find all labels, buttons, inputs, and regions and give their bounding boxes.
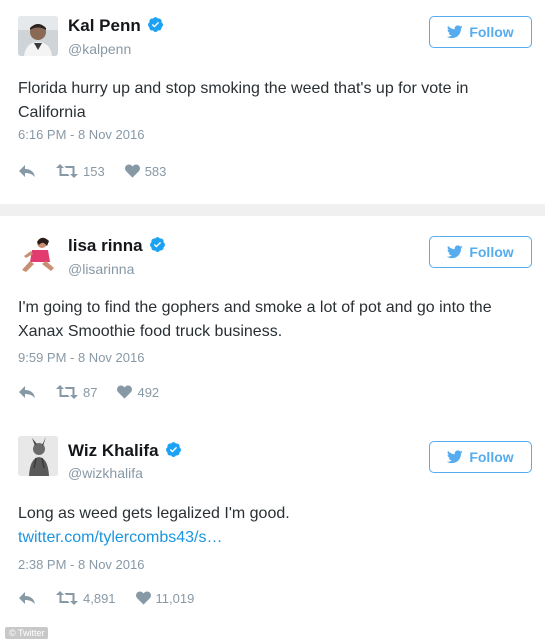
display-name[interactable]: Kal Penn bbox=[68, 16, 164, 38]
tweet-card-kalpenn: Kal Penn @kalpenn Follow Florida hurry u… bbox=[0, 0, 545, 204]
avatar-wizkhalifa-image bbox=[18, 436, 58, 476]
retweet-count: 87 bbox=[83, 384, 98, 400]
verified-icon bbox=[149, 236, 166, 258]
follow-button[interactable]: Follow bbox=[429, 16, 532, 48]
reply-icon bbox=[19, 165, 35, 177]
tweet-timestamp[interactable]: 2:38 PM - 8 Nov 2016 bbox=[18, 557, 144, 572]
image-credit-watermark: © Twitter bbox=[5, 627, 49, 639]
handle[interactable]: @lisarinna bbox=[68, 261, 134, 277]
avatar-lisarinna-image bbox=[18, 234, 58, 274]
tweet-actions: 4,891 11,019 bbox=[18, 588, 194, 608]
follow-button-label: Follow bbox=[469, 244, 514, 260]
like-action[interactable]: 11,019 bbox=[135, 590, 195, 606]
retweet-icon bbox=[56, 385, 78, 399]
tweet-card-lisarinna: lisa rinna @lisarinna Follow I'm going t… bbox=[0, 216, 545, 419]
verified-icon bbox=[165, 441, 182, 463]
tweet-actions: 87 492 bbox=[18, 382, 159, 402]
reply-action[interactable] bbox=[18, 164, 36, 178]
follow-button[interactable]: Follow bbox=[429, 236, 532, 268]
avatar-kalpenn-image bbox=[18, 16, 58, 56]
reply-action[interactable] bbox=[18, 591, 36, 605]
display-name-text: Kal Penn bbox=[68, 16, 141, 35]
display-name[interactable]: lisa rinna bbox=[68, 236, 166, 258]
avatar[interactable] bbox=[18, 234, 58, 274]
like-action[interactable]: 583 bbox=[124, 163, 167, 179]
retweet-count: 4,891 bbox=[83, 590, 116, 606]
tweet-text: Long as weed gets legalized I'm good. bbox=[18, 505, 290, 522]
heart-icon bbox=[124, 164, 140, 178]
retweet-icon bbox=[56, 591, 78, 605]
twitter-bird-icon bbox=[447, 450, 464, 464]
tweet-actions: 153 583 bbox=[18, 161, 166, 181]
retweet-action[interactable]: 4,891 bbox=[56, 591, 116, 606]
display-name-text: lisa rinna bbox=[68, 236, 143, 255]
twitter-bird-icon bbox=[447, 245, 464, 259]
reply-icon bbox=[19, 386, 35, 398]
display-name-text: Wiz Khalifa bbox=[68, 441, 159, 460]
tweet-separator bbox=[0, 204, 545, 216]
tweet-link[interactable]: twitter.com/tylercombs43/s… bbox=[18, 529, 223, 547]
heart-icon bbox=[117, 385, 133, 399]
avatar[interactable] bbox=[18, 436, 58, 476]
follow-button[interactable]: Follow bbox=[429, 441, 532, 473]
handle[interactable]: @wizkhalifa bbox=[68, 465, 143, 481]
tweet-timestamp[interactable]: 6:16 PM - 8 Nov 2016 bbox=[18, 127, 144, 142]
tweet-text: I'm going to find the gophers and smoke … bbox=[18, 299, 492, 340]
follow-button-label: Follow bbox=[469, 24, 514, 40]
retweet-action[interactable]: 87 bbox=[56, 385, 97, 400]
tweet-timestamp[interactable]: 9:59 PM - 8 Nov 2016 bbox=[18, 350, 144, 365]
like-count: 583 bbox=[144, 163, 167, 179]
like-action[interactable]: 492 bbox=[117, 385, 159, 400]
retweet-action[interactable]: 153 bbox=[56, 164, 105, 179]
like-count: 492 bbox=[137, 384, 160, 400]
retweet-icon bbox=[56, 164, 78, 178]
follow-button-label: Follow bbox=[469, 449, 514, 465]
retweet-count: 153 bbox=[83, 163, 105, 179]
tweet-text: Florida hurry up and stop smoking the we… bbox=[18, 80, 469, 121]
verified-icon bbox=[147, 16, 164, 38]
display-name[interactable]: Wiz Khalifa bbox=[68, 441, 182, 463]
avatar[interactable] bbox=[18, 16, 58, 56]
twitter-bird-icon bbox=[447, 25, 464, 39]
like-count: 11,019 bbox=[155, 590, 195, 606]
tweet-card-wizkhalifa: Wiz Khalifa @wizkhalifa Follow Long as w… bbox=[0, 419, 545, 640]
reply-action[interactable] bbox=[18, 385, 36, 399]
reply-icon bbox=[19, 592, 35, 604]
handle[interactable]: @kalpenn bbox=[68, 41, 131, 57]
heart-icon bbox=[135, 591, 151, 605]
